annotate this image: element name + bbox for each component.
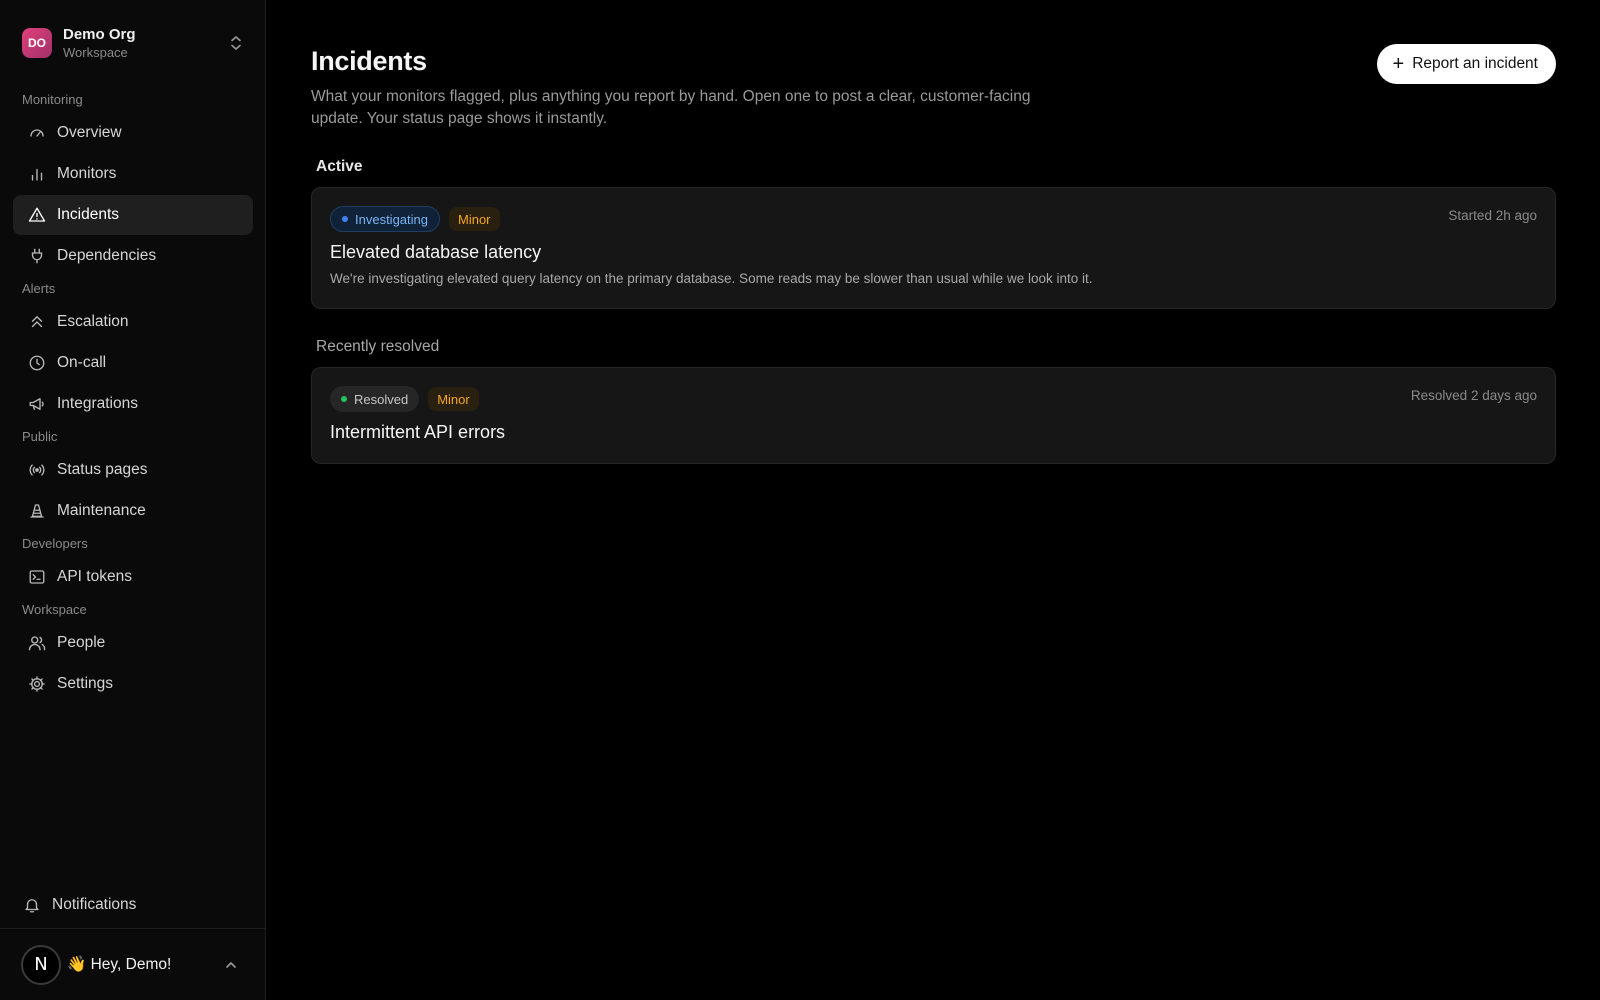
- sidebar-item-label: On-call: [57, 354, 107, 371]
- sidebar-item-label: Maintenance: [57, 502, 146, 519]
- sidebar-item-label: Status pages: [57, 461, 148, 478]
- incident-card[interactable]: Investigating Minor Started 2h ago Eleva…: [311, 187, 1556, 309]
- incident-badges: Investigating Minor: [330, 206, 500, 232]
- sidebar-item-integrations[interactable]: Integrations: [13, 384, 253, 424]
- section-label-developers: Developers: [22, 536, 88, 551]
- incident-summary: We're investigating elevated query laten…: [330, 271, 1093, 286]
- sidebar-item-overview[interactable]: Overview: [13, 113, 253, 153]
- report-incident-label: Report an incident: [1412, 55, 1538, 72]
- org-switcher[interactable]: DO Demo Org Workspace: [22, 26, 246, 60]
- sidebar-item-incidents[interactable]: Incidents: [13, 195, 253, 235]
- notifications-label: Notifications: [52, 896, 137, 913]
- user-menu[interactable]: N 👋 Hey, Demo!: [0, 928, 265, 1000]
- sidebar-item-label: Monitors: [57, 165, 117, 182]
- section-label-alerts: Alerts: [22, 281, 56, 296]
- terminal-icon: [27, 567, 47, 587]
- chevrons-up-down-icon[interactable]: [226, 33, 246, 53]
- sidebar-nav: Monitoring Overview Monitors Incidents D…: [13, 88, 253, 705]
- megaphone-icon: [27, 394, 47, 414]
- incident-title[interactable]: Intermittent API errors: [330, 422, 505, 443]
- sidebar-item-label: Dependencies: [57, 247, 157, 264]
- sidebar-item-maintenance[interactable]: Maintenance: [13, 491, 253, 531]
- incident-card[interactable]: Resolved Minor Resolved 2 days ago Inter…: [311, 367, 1556, 464]
- org-text: Demo Org Workspace: [63, 26, 226, 61]
- gear-icon: [27, 674, 47, 694]
- warning-triangle-icon: [27, 205, 47, 225]
- user-avatar: N: [21, 944, 61, 985]
- bar-chart-icon: [27, 164, 47, 184]
- active-section-title: Active: [316, 158, 363, 175]
- incident-time: Resolved 2 days ago: [1410, 388, 1537, 403]
- status-dot-icon: [341, 396, 347, 402]
- chevron-up-icon[interactable]: [221, 955, 241, 975]
- section-label-workspace: Workspace: [22, 602, 87, 617]
- report-incident-button[interactable]: + Report an incident: [1376, 44, 1556, 84]
- incident-time: Started 2h ago: [1448, 208, 1537, 223]
- incident-title[interactable]: Elevated database latency: [330, 242, 541, 263]
- page-description: What your monitors flagged, plus anythin…: [311, 88, 1031, 127]
- status-badge: Investigating: [330, 206, 440, 232]
- sidebar-item-on-call[interactable]: On-call: [13, 343, 253, 383]
- users-icon: [27, 633, 47, 653]
- bell-icon: [22, 895, 42, 915]
- sidebar-item-status-pages[interactable]: Status pages: [13, 450, 253, 490]
- sidebar-item-people[interactable]: People: [13, 623, 253, 663]
- severity-badge: Minor: [428, 387, 479, 411]
- chevrons-up-icon: [27, 312, 47, 332]
- sidebar-item-escalation[interactable]: Escalation: [13, 302, 253, 342]
- notifications-button[interactable]: Notifications: [13, 885, 253, 925]
- sidebar-item-monitors[interactable]: Monitors: [13, 154, 253, 194]
- org-subtitle: Workspace: [63, 44, 128, 60]
- gauge-icon: [27, 123, 47, 143]
- status-dot-icon: [342, 216, 348, 222]
- clock-icon: [27, 353, 47, 373]
- resolved-section-title: Recently resolved: [316, 338, 440, 355]
- sidebar-item-label: People: [57, 634, 106, 651]
- broadcast-icon: [27, 460, 47, 480]
- sidebar-item-label: Escalation: [57, 313, 129, 330]
- sidebar-item-label: Incidents: [57, 206, 120, 223]
- plug-icon: [27, 246, 47, 266]
- section-label-public: Public: [22, 429, 58, 444]
- sidebar-item-label: Overview: [57, 124, 122, 141]
- sidebar: DO Demo Org Workspace Monitoring Overvie…: [0, 0, 266, 1000]
- sidebar-item-api-tokens[interactable]: API tokens: [13, 557, 253, 597]
- sidebar-item-dependencies[interactable]: Dependencies: [13, 236, 253, 276]
- sidebar-item-label: Integrations: [57, 395, 138, 412]
- status-badge-label: Resolved: [354, 391, 409, 407]
- status-badge-label: Investigating: [355, 211, 428, 227]
- status-badge: Resolved: [330, 386, 420, 412]
- traffic-cone-icon: [27, 501, 47, 521]
- section-label-monitoring: Monitoring: [22, 92, 83, 107]
- severity-badge: Minor: [449, 207, 500, 231]
- plus-icon: +: [1392, 53, 1405, 75]
- user-greeting: 👋 Hey, Demo!: [67, 956, 172, 973]
- sidebar-item-settings[interactable]: Settings: [13, 664, 253, 704]
- page-title: Incidents: [311, 46, 427, 76]
- sidebar-item-label: Settings: [57, 675, 114, 692]
- sidebar-item-label: API tokens: [57, 568, 132, 585]
- incident-badges: Resolved Minor: [330, 386, 479, 412]
- org-name: Demo Org: [63, 25, 136, 43]
- org-avatar: DO: [22, 28, 52, 58]
